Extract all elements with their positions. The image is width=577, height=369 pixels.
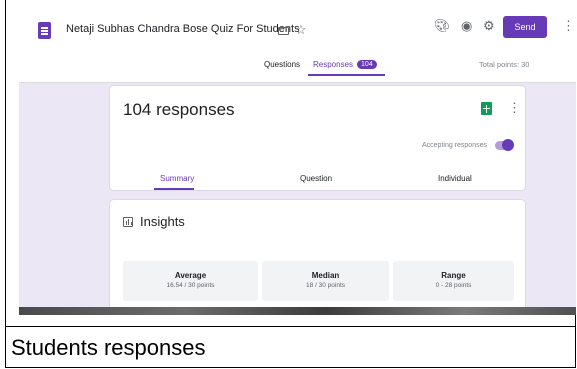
tab-individual[interactable]: Individual [438, 174, 472, 183]
folder-icon[interactable] [278, 27, 289, 35]
stat-median: Median 18 / 30 points [262, 261, 389, 301]
insights-chart-icon [123, 217, 133, 227]
stat-range: Range 0 - 28 points [393, 261, 514, 301]
settings-gear-icon[interactable]: ⚙ [483, 18, 495, 34]
preview-eye-icon[interactable]: ◉ [461, 18, 472, 34]
send-button[interactable]: Send [503, 16, 547, 38]
forms-screenshot: Netaji Subhas Chandra Bose Quiz For Stud… [19, 0, 576, 315]
palette-icon[interactable]: 🎨︎ [434, 18, 451, 34]
responses-summary-card: 104 responses ⋮ Accepting responses Summ… [109, 85, 526, 191]
caption-divider [6, 326, 575, 327]
star-icon[interactable]: ☆ [295, 22, 307, 38]
insights-card: Insights Average 16.54 / 30 points Media… [109, 199, 526, 315]
tab-responses-label: Responses [313, 60, 354, 69]
stat-median-label: Median [311, 271, 340, 280]
insights-title: Insights [140, 214, 185, 229]
tab-questions[interactable]: Questions [264, 60, 300, 69]
responses-more-icon[interactable]: ⋮ [508, 100, 521, 116]
active-tab-underline [308, 74, 385, 76]
stat-average-label: Average [174, 271, 207, 280]
stat-average-value: 16.54 / 30 points [166, 282, 215, 289]
tab-summary[interactable]: Summary [160, 174, 194, 183]
responses-canvas: 104 responses ⋮ Accepting responses Summ… [19, 83, 576, 315]
form-title[interactable]: Netaji Subhas Chandra Bose Quiz For Stud… [66, 23, 300, 35]
stat-range-value: 0 - 28 points [435, 282, 472, 289]
figure-caption: Students responses [11, 335, 206, 360]
forms-header: Netaji Subhas Chandra Bose Quiz For Stud… [19, 0, 576, 83]
responses-count-badge: 104 [357, 60, 377, 70]
google-sheets-icon[interactable] [481, 102, 492, 115]
tab-questions-label: Questions [264, 60, 301, 69]
tab-question[interactable]: Question [300, 174, 332, 183]
forms-doc-icon[interactable] [38, 22, 51, 39]
stat-average: Average 16.54 / 30 points [123, 261, 258, 301]
summary-tab-underline [154, 188, 194, 190]
tab-responses[interactable]: Responses 104 [313, 60, 377, 70]
stat-range-label: Range [441, 271, 466, 280]
taskbar-strip [19, 307, 576, 315]
more-options-icon[interactable]: ⋮ [562, 18, 575, 34]
toggle-knob[interactable] [502, 139, 514, 151]
total-points: Total points: 30 [479, 60, 530, 69]
accepting-responses-label: Accepting responses [422, 142, 487, 149]
responses-count: 104 responses [123, 100, 235, 119]
stat-median-value: 18 / 30 points [305, 282, 346, 289]
